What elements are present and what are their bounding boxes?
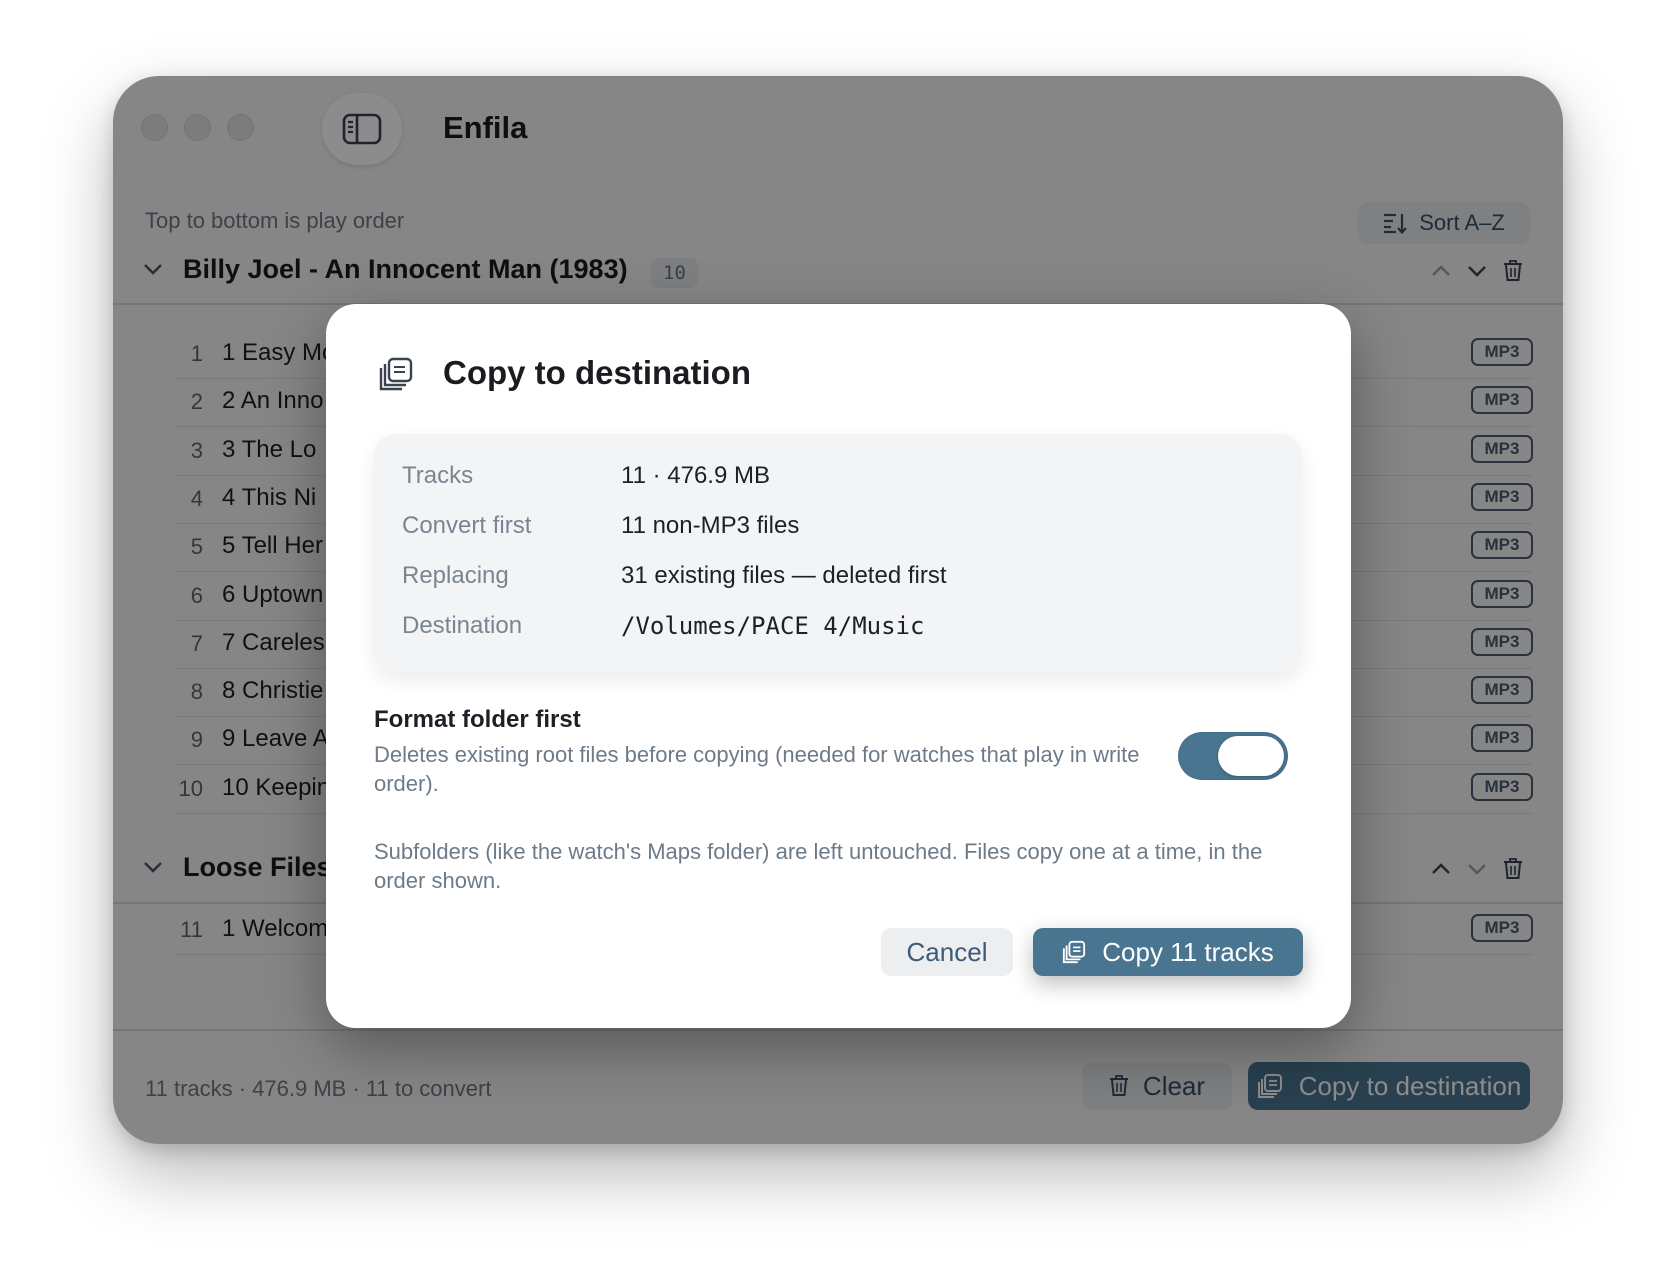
format-option-title: Format folder first	[374, 706, 581, 733]
subfolder-note: Subfolders (like the watch's Maps folder…	[374, 839, 1263, 893]
summary-row-tracks: Tracks 11 · 476.9 MB	[402, 456, 1282, 496]
format-folder-toggle[interactable]	[1178, 732, 1288, 780]
summary-label: Convert first	[402, 512, 532, 539]
cancel-button[interactable]: Cancel	[881, 928, 1013, 976]
copy-dialog: Copy to destination Tracks 11 · 476.9 MB…	[326, 304, 1351, 1028]
summary-value: 11 non-MP3 files	[621, 512, 800, 539]
format-option-description: Deletes existing root files before copyi…	[374, 742, 1140, 796]
dialog-title: Copy to destination	[443, 354, 751, 391]
summary-label: Destination	[402, 612, 523, 639]
app-window: Enfila Top to bottom is play order Sort …	[113, 76, 1563, 1144]
summary-row-replacing: Replacing 31 existing files — deleted fi…	[402, 556, 1282, 596]
toggle-knob	[1218, 736, 1284, 776]
copy-tracks-label: Copy 11 tracks	[1102, 936, 1274, 967]
summary-value: 11 · 476.9 MB	[621, 462, 770, 489]
destination-path: /Volumes/PACE 4/Music	[621, 612, 925, 640]
summary-row-destination: Destination /Volumes/PACE 4/Music	[402, 606, 1282, 646]
summary-label: Tracks	[402, 462, 474, 489]
summary-row-convert: Convert first 11 non-MP3 files	[402, 506, 1282, 546]
copy-stack-icon	[1063, 940, 1086, 964]
summary-card: Tracks 11 · 476.9 MB Convert first 11 no…	[374, 434, 1302, 672]
summary-value: 31 existing files — deleted first	[621, 562, 947, 589]
copy-tracks-button[interactable]: Copy 11 tracks	[1033, 928, 1303, 976]
copy-stack-icon	[379, 357, 413, 391]
summary-label: Replacing	[402, 562, 509, 589]
